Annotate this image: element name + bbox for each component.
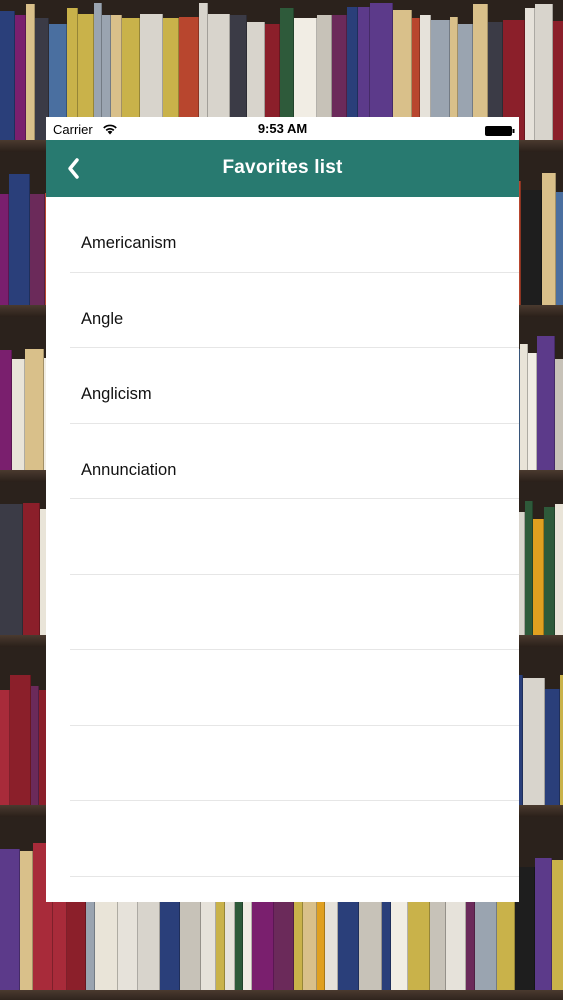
book-spine: [553, 21, 563, 140]
book-spine: [9, 174, 30, 305]
book-spine: [525, 501, 533, 635]
book-spine: [523, 677, 545, 805]
book-spine: [0, 504, 23, 635]
book-spine: [542, 172, 556, 305]
favorites-list: Americanism Angle Anglicism Annunciation: [46, 197, 519, 877]
book-spine: [0, 194, 9, 305]
empty-list-row: [70, 726, 519, 801]
favorite-item[interactable]: Anglicism: [70, 348, 519, 424]
book-spine: [31, 686, 39, 805]
favorite-item-label: Angle: [81, 309, 124, 328]
book-spine: [552, 859, 563, 990]
book-spine: [521, 190, 542, 305]
book-spine: [10, 674, 31, 805]
book-spine: [15, 15, 26, 140]
book-spine: [520, 344, 528, 470]
book-spine: [30, 194, 45, 305]
book-spine: [26, 4, 35, 140]
favorite-item-label: Americanism: [81, 234, 177, 252]
book-spine: [533, 518, 544, 635]
favorite-item[interactable]: Angle: [70, 273, 519, 348]
book-spine: [20, 850, 33, 990]
book-spine: [0, 849, 20, 990]
shelf-plank: [0, 990, 563, 1000]
favorite-item-label: Annunciation: [81, 460, 177, 479]
book-spine: [0, 349, 12, 470]
book-spine: [545, 688, 560, 805]
battery-full-icon: [485, 124, 515, 136]
book-spine: [537, 336, 555, 470]
book-spine: [556, 191, 563, 305]
book-spine: [555, 359, 563, 470]
book-spine: [525, 8, 535, 140]
book-spine: [25, 348, 44, 470]
book-spine: [23, 502, 40, 635]
empty-list-row: [70, 499, 519, 575]
book-spine: [544, 506, 555, 635]
book-spine: [528, 352, 537, 470]
favorite-item[interactable]: Annunciation: [70, 424, 519, 499]
page-title: Favorites list: [222, 157, 343, 178]
book-spine: [0, 11, 15, 140]
book-spine: [0, 690, 10, 805]
status-bar: Carrier 9:53 AM: [46, 117, 519, 140]
status-time: 9:53 AM: [257, 121, 308, 136]
favorite-item-label: Anglicism: [81, 385, 152, 403]
book-spine: [535, 4, 553, 140]
book-spine: [555, 504, 563, 635]
book-spine: [12, 359, 25, 470]
favorite-item[interactable]: Americanism: [70, 197, 519, 273]
empty-list-row: [70, 801, 519, 877]
navigation-bar: Favorites list: [46, 140, 519, 197]
phone-screen: Carrier 9:53 AM Favorites list Americani…: [46, 117, 519, 902]
app-background: Carrier 9:53 AM Favorites list Americani…: [0, 0, 563, 1000]
empty-list-row: [70, 575, 519, 650]
empty-list-row: [70, 650, 519, 726]
book-spine: [535, 858, 552, 990]
